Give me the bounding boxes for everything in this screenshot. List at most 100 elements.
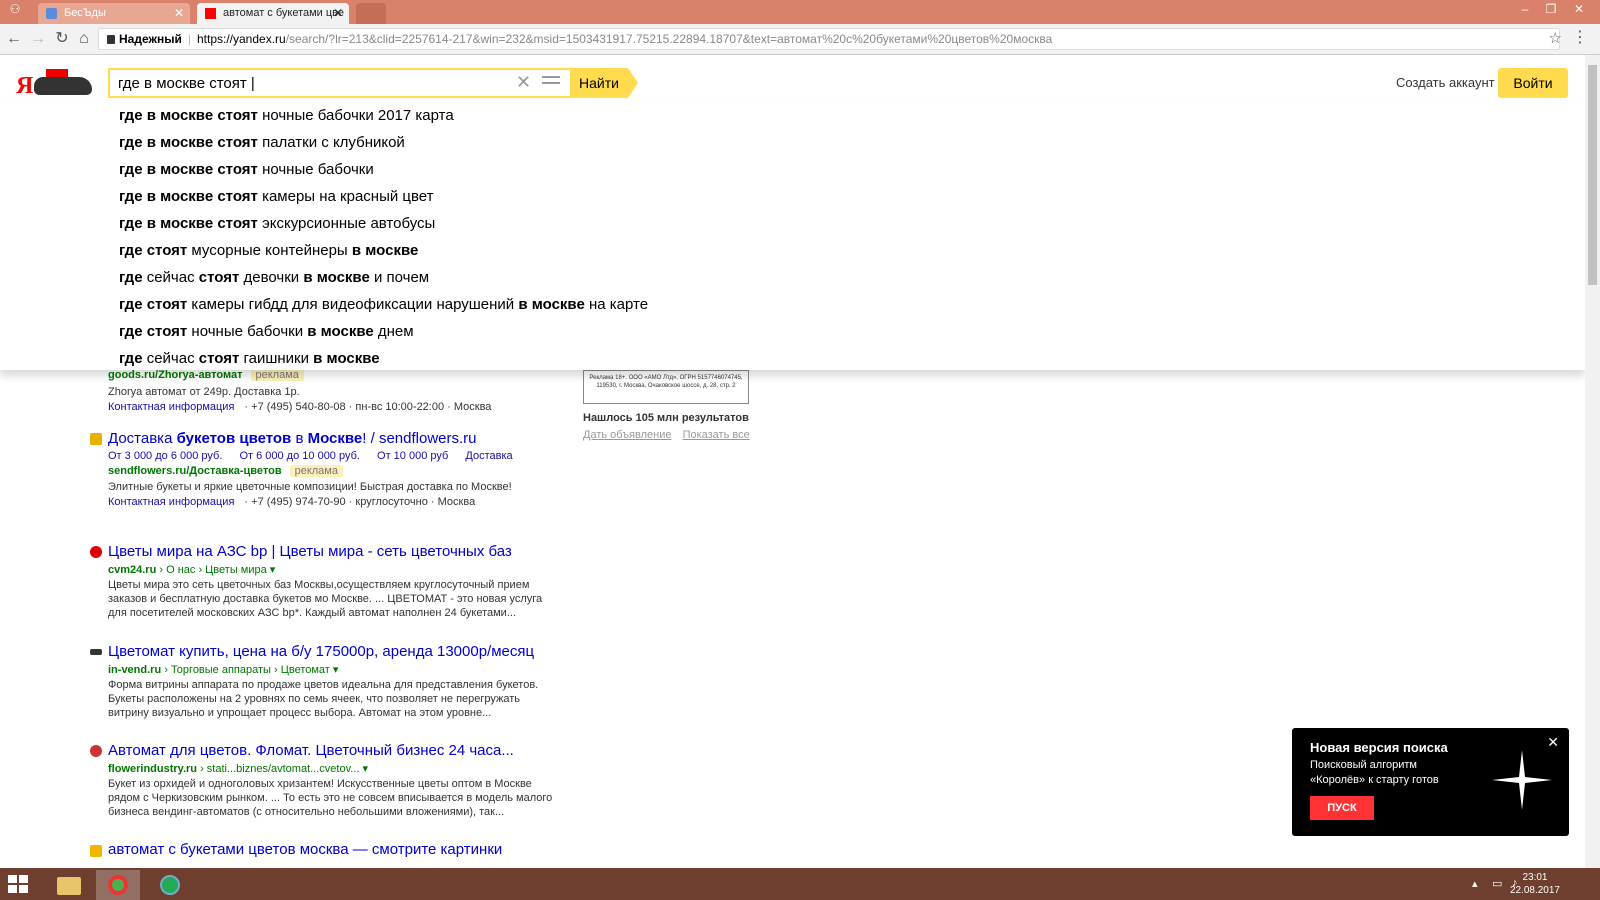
result-title-link[interactable]: Доставка букетов цветов в Москве! / send… xyxy=(108,430,477,447)
app-icon[interactable] xyxy=(148,870,192,900)
minimize-icon[interactable]: – xyxy=(1512,2,1538,16)
title-part: букетов цветов xyxy=(176,430,292,447)
file-explorer-icon[interactable] xyxy=(46,870,90,900)
sitelink[interactable]: От 6 000 до 10 000 руб. xyxy=(239,450,360,462)
result-url[interactable]: in-vend.ru › Торговые аппараты › Цветома… xyxy=(108,663,338,676)
result-title-link[interactable]: автомат с букетами цветов москва — смотр… xyxy=(108,841,502,858)
find-button[interactable]: Найти xyxy=(570,68,638,98)
ad-banner[interactable]: Реклама 18+. ООО «АМО Лтд», ОГРН 5157746… xyxy=(583,370,749,404)
promo-start-button[interactable]: ПУСК xyxy=(1310,796,1374,820)
tab-besedy[interactable]: БесЪды ✕ xyxy=(38,3,190,24)
logo-letter: Я xyxy=(16,73,34,99)
suggestion-bold: в москве xyxy=(351,242,419,259)
ad-badge: реклама xyxy=(289,465,343,477)
settings-sliders-icon[interactable] xyxy=(542,76,560,90)
result-contacts: Контактная информация · +7 (495) 974-70-9… xyxy=(108,496,476,508)
chat-icon xyxy=(46,8,57,19)
page-scrollbar[interactable] xyxy=(1585,55,1600,868)
sitelink[interactable]: От 3 000 до 6 000 руб. xyxy=(108,450,222,462)
suggestion-item[interactable]: где стоят мусорные контейнеры в москве xyxy=(119,242,418,259)
url-text: sendflowers.ru/Доставка-цветов xyxy=(108,465,282,477)
more-menu-icon[interactable]: ⋮ xyxy=(1572,27,1588,47)
contact-info-link[interactable]: Контактная информация xyxy=(108,496,234,508)
suggestion-bold: в москве xyxy=(303,269,370,286)
forward-icon[interactable]: → xyxy=(28,29,48,49)
suggestion-item[interactable]: где в москве стоят ночные бабочки xyxy=(119,161,374,178)
suggestion-rest: сейчас xyxy=(142,269,199,286)
create-account-link[interactable]: Создать аккаунт xyxy=(1396,75,1495,90)
result-url[interactable]: flowerindustry.ru › stati...biznes/avtom… xyxy=(108,762,368,775)
bookmark-star-icon[interactable]: ☆ xyxy=(1549,29,1562,47)
result-snippet: бизнеса вендинг-автоматов (с относительн… xyxy=(108,806,505,818)
show-all-link[interactable]: Показать все xyxy=(683,429,750,441)
result-url[interactable]: goods.ru/Zhorya-автомат реклама xyxy=(108,369,304,381)
browser-tab-strip: ⚇ БесЪды ✕ автомат с букетами цве ✕ – ❐ … xyxy=(0,0,1600,24)
result-title-link[interactable]: Цветомат купить, цена на б/у 175000р, ар… xyxy=(108,643,534,660)
url-text: goods.ru/Zhorya-автомат xyxy=(108,369,243,381)
result-snippet: заказов и бесплатную доставка букетов мо… xyxy=(108,593,543,605)
clear-icon[interactable]: ✕ xyxy=(516,72,531,93)
windows-start-icon[interactable] xyxy=(8,875,30,895)
sitelinks: От 3 000 до 6 000 руб. От 6 000 до 10 00… xyxy=(108,450,527,462)
result-url[interactable]: sendflowers.ru/Доставка-цветов реклама xyxy=(108,465,343,477)
tray-chevron-icon[interactable]: ▴ xyxy=(1472,877,1478,890)
suggestion-bold: где в москве стоят xyxy=(119,107,258,124)
result-snippet: Форма витрины аппарата по продаже цветов… xyxy=(108,679,539,691)
suggestion-item[interactable]: где в москве стоят ночные бабочки 2017 к… xyxy=(119,107,454,124)
close-icon[interactable]: ✕ xyxy=(174,6,184,20)
sparkle-icon xyxy=(1492,750,1552,810)
new-tab-button[interactable] xyxy=(356,3,386,24)
scrollbar-thumb[interactable] xyxy=(1588,65,1597,285)
url-host: in-vend.ru xyxy=(108,664,162,676)
chrome-icon[interactable] xyxy=(96,870,140,900)
window-close-icon[interactable]: ✕ xyxy=(1566,2,1592,16)
login-button[interactable]: Войти xyxy=(1498,68,1568,98)
network-icon[interactable]: ▭ xyxy=(1492,877,1502,890)
result-contacts: Контактная информация · +7 (495) 540-80-0… xyxy=(108,401,492,413)
flower-favicon-icon xyxy=(90,745,102,757)
url-input[interactable]: Надежный | https://yandex.ru/search/?lr=21… xyxy=(98,28,1560,50)
system-clock[interactable]: 23:01 22.08.2017 xyxy=(1510,871,1560,897)
result-title-link[interactable]: Цветы мира на АЗС bp | Цветы мира - сеть… xyxy=(108,543,512,560)
yandex-logo[interactable]: Я xyxy=(16,69,92,103)
back-icon[interactable]: ← xyxy=(4,29,24,49)
suggestion-bold: где в москве стоят xyxy=(119,161,258,178)
hours: круглосуточно xyxy=(355,496,428,508)
suggestion-rest: камеры на красный цвет xyxy=(257,188,434,205)
contact-info-link[interactable]: Контактная информация xyxy=(108,401,234,413)
lock-icon xyxy=(107,35,115,44)
search-input[interactable]: где в москве стоят | xyxy=(118,75,255,92)
phone: +7 (495) 540-80-08 xyxy=(251,401,346,413)
title-part: Доставка xyxy=(108,430,177,447)
yandex-icon xyxy=(205,8,216,19)
result-snippet: Цветы мира это сеть цветочных баз Москвы… xyxy=(108,579,530,591)
promo-popup: Новая версия поиска Поисковый алгоритм «… xyxy=(1292,728,1569,836)
promo-line: «Королёв» к старту готов xyxy=(1310,774,1439,786)
suggestion-item[interactable]: где стоят камеры гибдд для видеофиксации… xyxy=(119,296,648,313)
sitelink[interactable]: Доставка xyxy=(465,450,512,462)
suggestion-item[interactable]: где сейчас стоят гаишники в москве xyxy=(119,350,380,367)
restore-icon[interactable]: ❐ xyxy=(1538,2,1564,16)
result-title-link[interactable]: Автомат для цветов. Фломат. Цветочный би… xyxy=(108,742,514,759)
page-content: Я где в москве стоят | ✕ Найти Создать а… xyxy=(0,55,1585,868)
suggestion-item[interactable]: где в москве стоят камеры на красный цве… xyxy=(119,188,434,205)
sitelink[interactable]: От 10 000 руб xyxy=(377,450,448,462)
result-url[interactable]: cvm24.ru › О нас › Цветы мира ▾ xyxy=(108,563,275,576)
suggestion-bold: где стоят xyxy=(119,323,188,340)
suggestion-item[interactable]: где стоят ночные бабочки в москве днем xyxy=(119,323,414,340)
suggestion-item[interactable]: где в москве стоят палатки с клубникой xyxy=(119,134,405,151)
browser-menu-icon[interactable]: ⚇ xyxy=(2,2,28,16)
place-ad-link[interactable]: Дать объявление xyxy=(583,429,672,441)
search-box[interactable]: где в москве стоят | ✕ xyxy=(108,68,570,98)
suggestion-rest: гаишники xyxy=(239,350,314,367)
url-host: cvm24.ru xyxy=(108,564,157,576)
close-icon[interactable]: ✕ xyxy=(1547,734,1559,751)
reload-icon[interactable]: ↻ xyxy=(52,29,72,49)
suggestion-item[interactable]: где в москве стоят экскурсионные автобус… xyxy=(119,215,435,232)
separator: | xyxy=(187,32,191,46)
result-snippet: Букеты расположены на 2 уровнях по семь … xyxy=(108,693,521,705)
home-icon[interactable]: ⌂ xyxy=(74,29,94,49)
close-icon[interactable]: ✕ xyxy=(333,6,343,20)
suggestion-item[interactable]: где сейчас стоят девочки в москве и поче… xyxy=(119,269,429,286)
tab-yandex[interactable]: автомат с букетами цве ✕ xyxy=(197,3,349,24)
